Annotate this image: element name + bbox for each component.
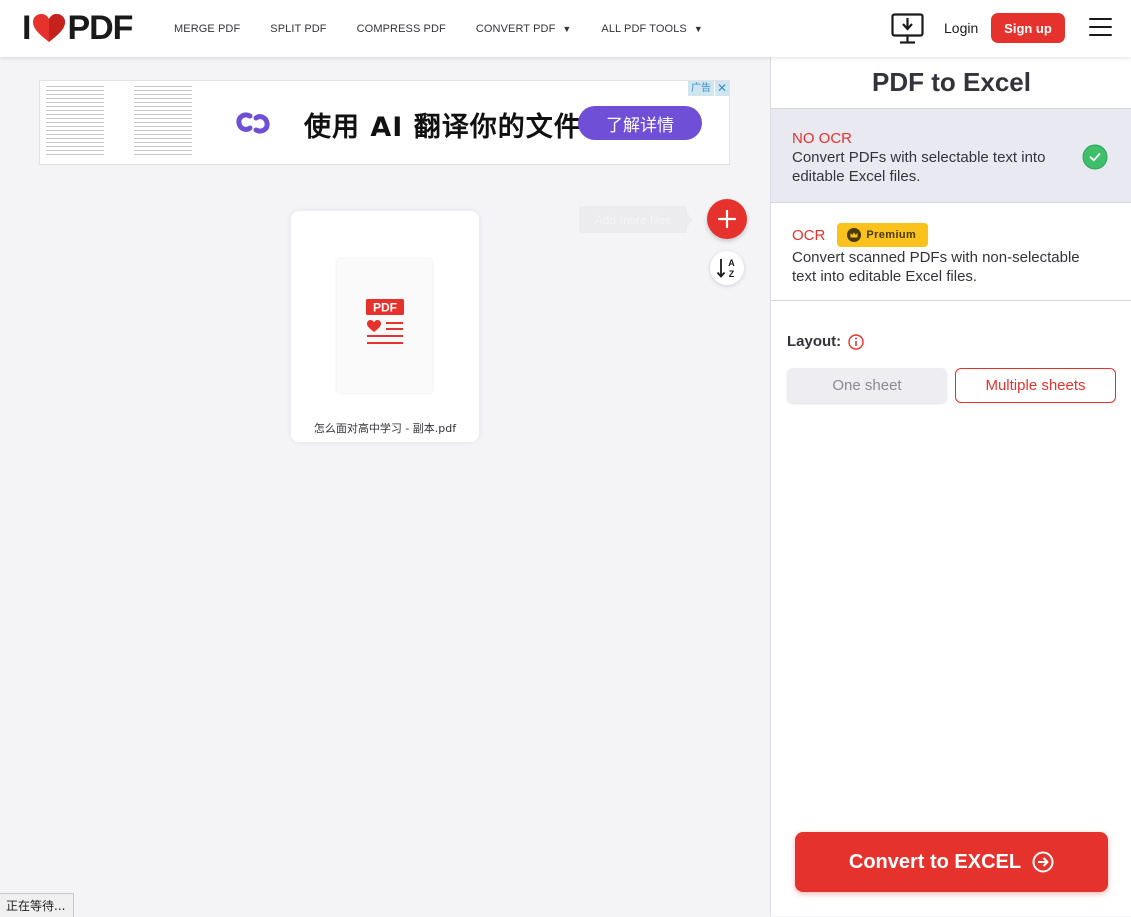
arrow-right-circle-icon (1032, 851, 1054, 873)
nav-convert-pdf[interactable]: CONVERT PDF ▼ (476, 23, 572, 35)
nav-merge-pdf[interactable]: MERGE PDF (174, 23, 240, 35)
nav-all-pdf-tools[interactable]: ALL PDF TOOLS ▼ (601, 23, 702, 35)
nav-split-pdf[interactable]: SPLIT PDF (270, 23, 326, 35)
premium-badge-label: Premium (866, 229, 917, 241)
ad-headline: 使用 AI 翻译你的文件 (304, 112, 582, 143)
convert-to-excel-button[interactable]: Convert to EXCEL (795, 832, 1108, 892)
layout-multiple-sheets-button[interactable]: Multiple sheets (955, 368, 1116, 403)
layout-label: Layout: (787, 333, 842, 350)
signup-button[interactable]: Sign up (991, 13, 1065, 43)
hamburger-menu-icon[interactable] (1089, 18, 1112, 38)
menu-line (1089, 34, 1112, 36)
option-no-ocr-description: Convert PDFs with selectable text into e… (792, 149, 1046, 185)
ad-label: 广告 (688, 81, 714, 96)
option-no-ocr[interactable]: NO OCR Convert PDFs with selectable text… (771, 108, 1131, 203)
option-ocr[interactable]: OCR Premium Convert scanned PDFs with no… (771, 203, 1131, 301)
desktop-download-icon[interactable] (891, 13, 924, 45)
option-ocr-description: Convert scanned PDFs with non-selectable… (792, 249, 1080, 285)
ad-document-thumbnail (132, 83, 194, 163)
ad-brand-logo-icon (236, 112, 270, 134)
nav-compress-pdf[interactable]: COMPRESS PDF (357, 23, 446, 35)
pdf-file-icon: PDF (366, 299, 404, 344)
nav-all-pdf-tools-label: ALL PDF TOOLS (601, 22, 687, 35)
check-circle-icon (1082, 144, 1108, 170)
ad-document-thumbnail (44, 83, 106, 163)
ad-badge[interactable]: 广告 ✕ (688, 81, 729, 96)
info-icon[interactable] (848, 333, 864, 350)
panel-title: PDF to Excel (872, 67, 1031, 97)
login-link[interactable]: Login (944, 20, 978, 36)
ad-banner[interactable]: 使用 AI 翻译你的文件 了解详情 广告 ✕ (39, 80, 730, 165)
option-no-ocr-title: NO OCR (792, 130, 852, 147)
premium-badge: Premium (837, 223, 929, 247)
main-nav: MERGE PDF SPLIT PDF COMPRESS PDF CONVERT… (174, 0, 733, 57)
svg-text:A: A (728, 258, 735, 268)
file-name: 怎么面对高中学习 - 副本.pdf (313, 422, 457, 435)
plus-icon (717, 209, 737, 229)
caret-down-icon: ▼ (562, 23, 572, 34)
file-thumbnail: PDF (337, 259, 432, 393)
option-ocr-title-row: OCR Premium (792, 223, 1131, 247)
caret-down-icon: ▼ (693, 23, 703, 34)
file-card[interactable]: PDF 怎么面对高中学习 - 副本.pdf (291, 211, 479, 442)
menu-line (1089, 18, 1112, 20)
convert-button-label: Convert to EXCEL (848, 850, 1022, 873)
menu-line (1089, 26, 1112, 28)
option-ocr-title: OCR (792, 226, 826, 244)
browser-status-bar: 正在等待... (0, 893, 75, 917)
nav-split-pdf-label: SPLIT PDF (270, 22, 327, 35)
layout-one-sheet-button[interactable]: One sheet (787, 368, 947, 403)
top-navigation-bar: I PDF MERGE PDF SPLIT PDF COMPRESS PDF C… (0, 0, 1131, 57)
ilovepdf-logo[interactable]: I PDF (22, 9, 133, 47)
close-icon[interactable]: ✕ (715, 81, 729, 96)
logo-letters-pdf: PDF (67, 9, 133, 47)
tool-options-panel: PDF to Excel NO OCR Convert PDFs with se… (770, 57, 1131, 916)
add-more-files-button[interactable] (707, 199, 747, 239)
sort-az-icon: A Z (716, 258, 735, 279)
nav-compress-pdf-label: COMPRESS PDF (356, 22, 446, 35)
crown-icon (847, 228, 862, 242)
nav-merge-pdf-label: MERGE PDF (174, 22, 241, 35)
nav-convert-pdf-label: CONVERT PDF (475, 22, 556, 35)
add-more-files-tooltip: Add more files (579, 206, 693, 233)
ad-learn-more-button[interactable]: 了解详情 (578, 106, 702, 140)
layout-label-row: Layout: (787, 333, 864, 350)
svg-text:Z: Z (729, 269, 735, 279)
heart-icon (33, 14, 66, 42)
pdf-icon-label: PDF (373, 301, 397, 315)
sort-az-button[interactable]: A Z (710, 251, 744, 285)
logo-letter-i: I (22, 9, 32, 47)
